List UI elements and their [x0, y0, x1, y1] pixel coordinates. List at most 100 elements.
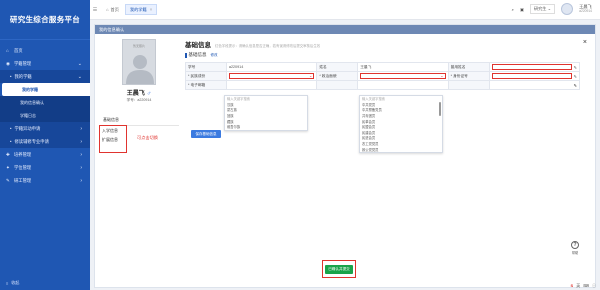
section-tab-extended[interactable]: 扩展信息	[99, 135, 127, 144]
field-value: ✎	[488, 80, 581, 90]
page-header: 我的信息确认	[95, 25, 595, 34]
field-value	[225, 80, 318, 90]
pencil-icon[interactable]: ✎	[574, 83, 577, 88]
menu-item-icon: ✎	[6, 178, 10, 183]
form-title: 基础信息	[185, 42, 211, 49]
person-silhouette-icon	[126, 55, 154, 84]
sidebar-item-label: 我的信息确认	[20, 99, 44, 105]
sidebar: 研究生综合服务平台 ⌂ 首页 ◉ 学籍管理 ⌄ • 我的学籍 ⌄ 我的学籍 我的信息确认 学籍日志 •…	[0, 0, 90, 290]
sidebar-item[interactable]: • 我的学籍 ⌄	[0, 70, 90, 83]
switch-hint: 可点击切换	[137, 135, 158, 140]
sidebar-item[interactable]: • 修读辅修专业申请 ›	[0, 135, 90, 148]
tab-home-label: 首页	[110, 6, 119, 12]
tab-home[interactable]: ⌂ 首页	[102, 4, 123, 15]
select-field[interactable]: ⌄	[360, 73, 446, 79]
form-note: 红色字段提示：请确认信息是否正确，若有误请修改后提交审核后生效	[215, 44, 321, 48]
user-info[interactable]: 王晨飞 a220914	[579, 4, 592, 14]
keyboard-icon[interactable]: ⌨	[583, 283, 589, 289]
sidebar-collapse[interactable]: ≡ 收起	[6, 280, 19, 286]
ime-s-icon[interactable]: S	[571, 283, 574, 289]
chevron-icon: ›	[80, 177, 82, 184]
field-label: * 身份证号	[447, 71, 490, 81]
ethnicity-dropdown[interactable]: 输入关键字搜索 汉族 蒙古族 回族 藏族 维吾尔族	[224, 95, 308, 131]
user-id: a220914	[579, 9, 592, 13]
system-tray: S 英 ⌨ ⓘ	[571, 283, 596, 289]
field-value	[357, 80, 449, 90]
sidebar-item[interactable]: ◉ 学籍管理 ⌄	[0, 57, 90, 70]
chevron-icon: ›	[80, 125, 82, 132]
sidebar-item-label: 研工管理	[14, 177, 32, 183]
field-label: 姓名	[316, 62, 359, 72]
field-value[interactable]: ⌄	[225, 71, 318, 81]
sidebar-item[interactable]: • 学籍异动申请 ›	[0, 122, 90, 135]
chevron-icon: ›	[80, 151, 82, 158]
sidebar-item-label: 我的学籍	[22, 86, 38, 92]
field-value[interactable]: ✎	[488, 71, 581, 81]
pencil-icon[interactable]: ✎	[574, 65, 577, 70]
search-icon[interactable]: ⌕	[512, 7, 514, 12]
sidebar-item[interactable]: ✦ 学位管理 ›	[0, 161, 90, 174]
confirm-submit-button[interactable]: 已确认并提交	[325, 264, 353, 274]
sidebar-item-label: 我的学籍	[14, 73, 32, 79]
sidebar-item[interactable]: 我的信息确认	[0, 96, 90, 109]
tab-close-icon[interactable]: ×	[150, 7, 152, 12]
help-widget[interactable]: ? 帮助	[569, 241, 581, 255]
field-label	[316, 80, 359, 90]
tab-my-status[interactable]: 我的学籍 ×	[124, 4, 158, 15]
save-basic-info-button[interactable]: 保存基础信息	[191, 130, 221, 138]
basic-info-table: 学号 a220914 姓名 王晨飞 曾用姓名 ✎ * 民族成份 ⌄ * 政治面貌 ⌄ * 身份证号 ✎…	[185, 62, 581, 90]
sidebar-item[interactable]: 学籍日志	[0, 109, 90, 122]
bullet-icon: •	[10, 126, 12, 131]
tab-my-status-label: 我的学籍	[129, 6, 147, 12]
role-select[interactable]: 研究生 ⌄	[529, 4, 556, 14]
chevron-icon: ⌄	[77, 60, 82, 67]
field-label: * 民族成份	[185, 71, 227, 81]
field-value[interactable]: ✎	[488, 62, 581, 72]
profile-student-id: 学号：a220914	[126, 98, 152, 102]
sidebar-item[interactable]: ✎ 研工管理 ›	[0, 174, 90, 187]
sidebar-item[interactable]: ⌂ 首页	[0, 44, 90, 57]
field-label: 学号	[185, 62, 227, 72]
avatar[interactable]	[561, 3, 574, 15]
help-icon: ?	[571, 241, 579, 249]
political-status-dropdown[interactable]: 输入关键字搜索 中共党员 中共预备党员 共青团员 民革会员 民盟会员 民建会员 民进会员 农工党…	[359, 95, 443, 153]
subtitle-bar	[185, 52, 187, 58]
dropdown-option[interactable]: 致公党党员	[360, 146, 442, 152]
collapse-icon: ≡	[6, 280, 9, 286]
menu-item-icon: ◉	[6, 61, 10, 66]
edit-link[interactable]: 修改	[211, 53, 218, 58]
field-value[interactable]: ⌄	[357, 71, 449, 81]
text-input[interactable]	[491, 64, 572, 70]
gift-icon[interactable]: ▣	[520, 7, 524, 12]
menu-toggle-icon[interactable]: ☰	[90, 7, 100, 13]
form-row: 学号 a220914 姓名 王晨飞 曾用姓名 ✎	[185, 62, 581, 72]
info-icon[interactable]: ⓘ	[592, 283, 596, 289]
home-icon: ⌂	[106, 7, 109, 12]
topbar: ☰ ⌂ 首页 我的学籍 × ⌕ ▣ 研究生 ⌄ 王晨飞 a220914	[90, 0, 600, 20]
field-value: a220914	[225, 62, 318, 72]
sidebar-item[interactable]: 我的学籍	[2, 83, 90, 96]
select-field[interactable]: ⌄	[228, 73, 315, 79]
dropdown-option[interactable]: 维吾尔族	[225, 124, 307, 130]
menu-item-icon: ✦	[6, 165, 10, 170]
pencil-icon[interactable]: ✎	[574, 74, 577, 79]
sidebar-item[interactable]: ✚ 培养管理 ›	[0, 148, 90, 161]
menu-item-icon: ⌂	[6, 48, 9, 53]
sidebar-item-label: 学籍异动申请	[14, 125, 41, 131]
form-title-row: 基础信息 红色字段提示：请确认信息是否正确，若有误请修改后提交审核后生效	[185, 39, 593, 49]
sidebar-menu: ⌂ 首页 ◉ 学籍管理 ⌄ • 我的学籍 ⌄ 我的学籍 我的信息确认 学籍日志 • 学籍异动申请 › • 修读…	[0, 40, 90, 187]
close-icon[interactable]: ×	[583, 39, 587, 46]
form-row: * 民族成份 ⌄ * 政治面貌 ⌄ * 身份证号 ✎	[185, 71, 581, 81]
section-tab-enrollment[interactable]: 入学信息	[99, 126, 127, 135]
ime-lang-icon[interactable]: 英	[576, 283, 580, 289]
page-panel: 我的信息确认 暂无照片 王晨飞 ♂ 学号：a220914 基础信息 入学信息 扩展…	[94, 24, 596, 288]
dropdown-scrollbar[interactable]	[439, 102, 441, 116]
field-label: 曾用姓名	[447, 62, 490, 72]
section-tabs: 基础信息 入学信息 扩展信息 可点击切换	[99, 115, 179, 153]
profile-photo: 暂无照片	[122, 39, 156, 85]
text-input[interactable]	[491, 73, 572, 79]
sidebar-item-label: 培养管理	[14, 151, 32, 157]
profile-name: 王晨飞	[126, 91, 145, 97]
chevron-icon: ›	[80, 164, 82, 171]
field-value: 王晨飞	[357, 62, 449, 72]
